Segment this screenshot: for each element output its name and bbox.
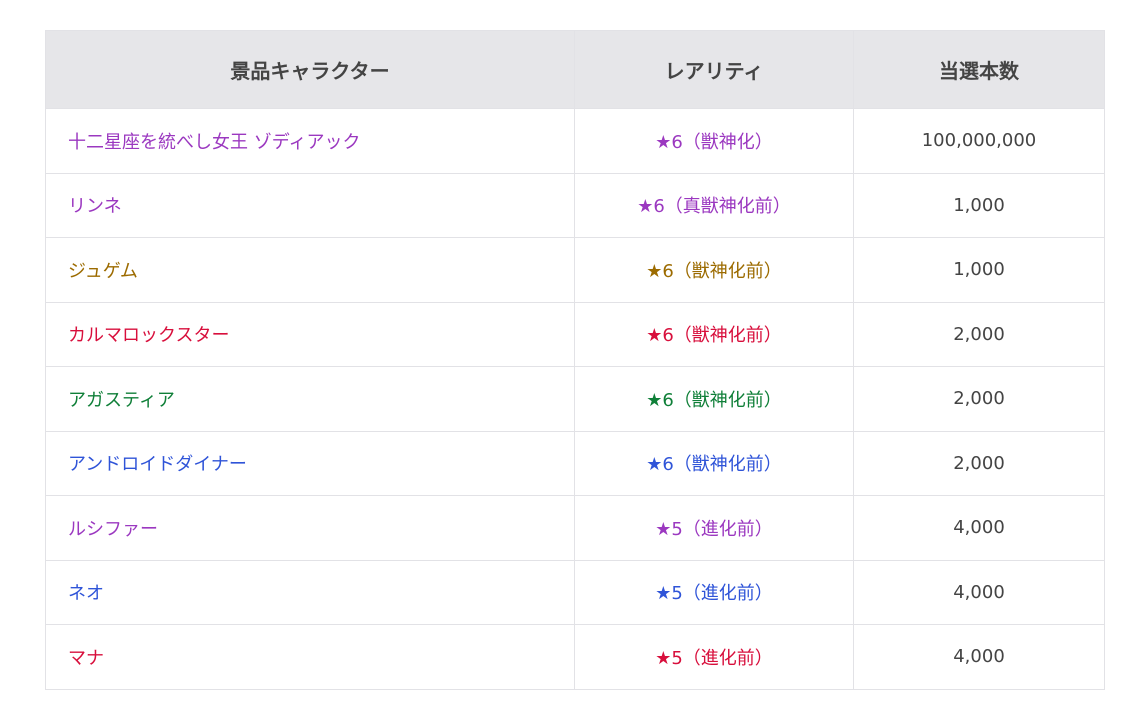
table-header-row: 景品キャラクター レアリティ 当選本数 [45,30,1105,109]
rarity-cell: ★6（獣神化前） [574,237,854,303]
character-name: 十二星座を統べし女王 ゾディアック [45,108,575,174]
count-cell: 2,000 [853,430,1105,496]
rarity-cell: ★5（進化前） [574,559,854,625]
table-row: リンネ ★6（真獣神化前） 1,000 [45,172,1105,238]
table-row: マナ ★5（進化前） 4,000 [45,624,1105,690]
table-row: カルマロックスター ★6（獣神化前） 2,000 [45,301,1105,367]
prize-table: 景品キャラクター レアリティ 当選本数 十二星座を統べし女王 ゾディアック ★6… [45,30,1105,690]
table-row: アンドロイドダイナー ★6（獣神化前） 2,000 [45,430,1105,496]
rarity-cell: ★6（獣神化前） [574,430,854,496]
count-cell: 4,000 [853,624,1105,690]
header-rarity: レアリティ [574,30,854,109]
count-cell: 1,000 [853,172,1105,238]
character-name: アガスティア [45,366,575,432]
count-cell: 4,000 [853,559,1105,625]
rarity-cell: ★6（真獣神化前） [574,172,854,238]
header-count: 当選本数 [853,30,1105,109]
character-name: カルマロックスター [45,301,575,367]
character-name: リンネ [45,172,575,238]
table-row: ルシファー ★5（進化前） 4,000 [45,495,1105,561]
count-cell: 1,000 [853,237,1105,303]
character-name: ネオ [45,559,575,625]
header-character: 景品キャラクター [45,30,575,109]
table-row: 十二星座を統べし女王 ゾディアック ★6（獣神化） 100,000,000 [45,108,1105,174]
rarity-cell: ★6（獣神化前） [574,366,854,432]
count-cell: 2,000 [853,301,1105,367]
character-name: ルシファー [45,495,575,561]
table-row: ネオ ★5（進化前） 4,000 [45,559,1105,625]
character-name: ジュゲム [45,237,575,303]
rarity-cell: ★6（獣神化前） [574,301,854,367]
character-name: マナ [45,624,575,690]
count-cell: 2,000 [853,366,1105,432]
rarity-cell: ★6（獣神化） [574,108,854,174]
count-cell: 4,000 [853,495,1105,561]
table-row: ジュゲム ★6（獣神化前） 1,000 [45,237,1105,303]
count-cell: 100,000,000 [853,108,1105,174]
table-row: アガスティア ★6（獣神化前） 2,000 [45,366,1105,432]
rarity-cell: ★5（進化前） [574,624,854,690]
rarity-cell: ★5（進化前） [574,495,854,561]
character-name: アンドロイドダイナー [45,430,575,496]
